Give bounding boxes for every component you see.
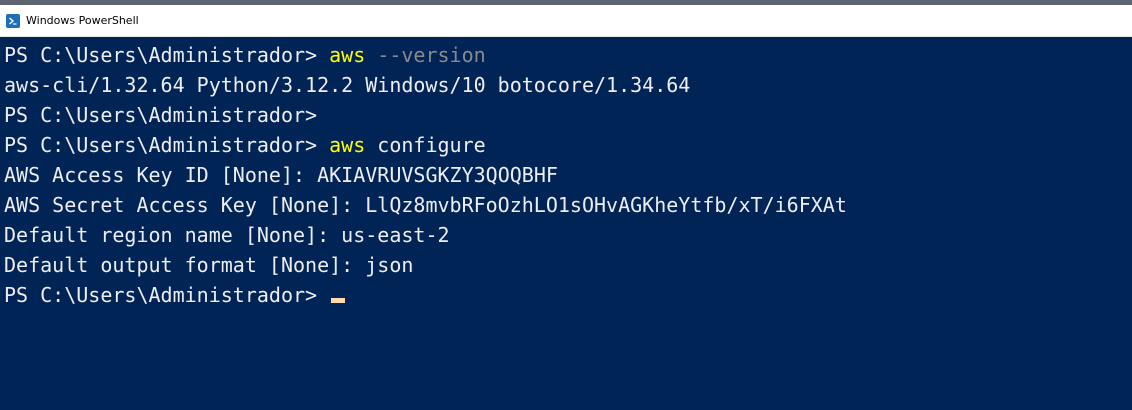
window-titlebar[interactable]: Windows PowerShell: [0, 5, 1132, 37]
powershell-icon: [6, 13, 20, 28]
console-line-4: PS C:\Users\Administrador> aws configure: [4, 130, 1132, 160]
command: aws: [329, 133, 366, 157]
window-title: Windows PowerShell: [26, 14, 139, 27]
console-line-7: Default region name [None]: us-east-2: [4, 220, 1132, 250]
prompt: PS C:\Users\Administrador>: [4, 133, 330, 157]
command-argument: configure: [365, 133, 486, 157]
console-line-5: AWS Access Key ID [None]: AKIAVRUVSGKZY3…: [4, 160, 1132, 190]
console-line-3: PS C:\Users\Administrador>: [4, 100, 1132, 130]
console-output[interactable]: PS C:\Users\Administrador> aws --version…: [0, 37, 1132, 410]
config-label: AWS Secret Access Key [None]:: [4, 193, 366, 217]
command: aws: [329, 43, 366, 67]
prompt: PS C:\Users\Administrador>: [4, 43, 330, 67]
config-label: AWS Access Key ID [None]:: [4, 163, 318, 187]
config-label: Default region name [None]:: [4, 223, 342, 247]
console-line-8: Default output format [None]: json: [4, 250, 1132, 280]
command-parameter: --version: [365, 43, 486, 67]
config-value: us-east-2: [341, 223, 450, 247]
config-value: LlQz8mvbRFoOzhLO1sOHvAGKheYtfb/xT/i6FXAt: [365, 193, 847, 217]
config-value: AKIAVRUVSGKZY3QOQBHF: [317, 163, 558, 187]
config-label: Default output format [None]:: [4, 253, 366, 277]
console-line-1: PS C:\Users\Administrador> aws --version: [4, 40, 1132, 70]
prompt: PS C:\Users\Administrador>: [4, 283, 330, 307]
console-line-6: AWS Secret Access Key [None]: LlQz8mvbRF…: [4, 190, 1132, 220]
prompt: PS C:\Users\Administrador>: [4, 103, 318, 127]
console-line-2: aws-cli/1.32.64 Python/3.12.2 Windows/10…: [4, 70, 1132, 100]
console-line-9: PS C:\Users\Administrador>: [4, 280, 1132, 310]
output-text: aws-cli/1.32.64 Python/3.12.2 Windows/10…: [4, 73, 691, 97]
text-cursor: [331, 298, 346, 303]
config-value: json: [365, 253, 414, 277]
